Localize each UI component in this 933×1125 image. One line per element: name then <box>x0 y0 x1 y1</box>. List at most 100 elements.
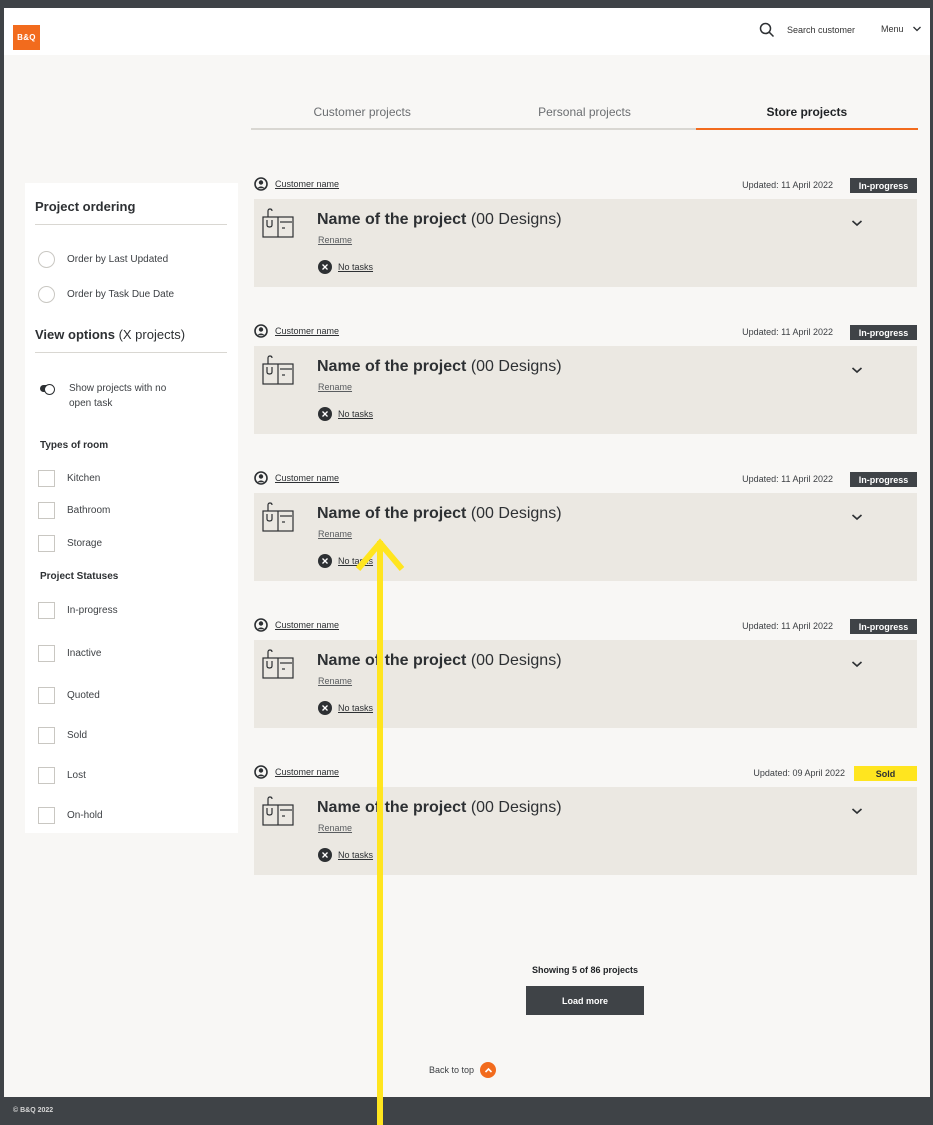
room-storage-checkbox[interactable]: Storage <box>38 535 102 552</box>
design-count: (00 Designs) <box>470 211 562 228</box>
customer-link[interactable]: Customer name <box>254 618 339 632</box>
search-customer-button[interactable]: Search customer <box>759 22 855 38</box>
room-types-title: Types of room <box>40 440 109 451</box>
customer-name: Customer name <box>275 473 340 483</box>
status-on-hold-checkbox[interactable]: On-hold <box>38 807 103 824</box>
checkbox[interactable] <box>38 807 55 824</box>
chevron-down-icon[interactable] <box>851 217 863 229</box>
checkbox[interactable] <box>38 727 55 744</box>
customer-link[interactable]: Customer name <box>254 324 339 338</box>
status-badge: In-progress <box>850 325 917 340</box>
rename-link[interactable]: Rename <box>318 382 352 392</box>
order-due-date-radio[interactable]: Order by Task Due Date <box>38 286 174 303</box>
tab-personal-projects[interactable]: Personal projects <box>473 100 695 128</box>
back-to-top-link[interactable]: Back to top <box>429 1062 497 1078</box>
updated-date: Updated: 11 April 2022 <box>742 180 833 190</box>
project-name: Name of the project (00 Designs) <box>317 505 562 523</box>
tasks-link[interactable]: No tasks <box>318 407 373 421</box>
tasks-link[interactable]: No tasks <box>318 848 373 862</box>
rename-link[interactable]: Rename <box>318 823 352 833</box>
project-meta: Customer name Updated: 11 April 2022 In-… <box>254 618 917 640</box>
project-statuses-title: Project Statuses <box>40 571 119 582</box>
checkbox[interactable] <box>38 470 55 487</box>
user-icon <box>254 324 268 338</box>
rename-link[interactable]: Rename <box>318 235 352 245</box>
status-inactive-checkbox[interactable]: Inactive <box>38 645 101 662</box>
project-title: Name of the project <box>317 505 467 522</box>
toggle-switch[interactable] <box>40 384 55 395</box>
room-kitchen-checkbox[interactable]: Kitchen <box>38 470 100 487</box>
radio-label: Order by Last Updated <box>67 254 169 265</box>
project-card[interactable]: Name of the project (00 Designs) Rename … <box>254 640 917 728</box>
project-title: Name of the project <box>317 358 467 375</box>
tab-customer-projects[interactable]: Customer projects <box>251 100 473 128</box>
checkbox[interactable] <box>38 502 55 519</box>
project-meta: Customer name Updated: 11 April 2022 In-… <box>254 471 917 493</box>
brand-logo[interactable]: B&Q <box>13 25 40 50</box>
project-card[interactable]: Name of the project (00 Designs) Rename … <box>254 493 917 581</box>
project-meta: Customer name Updated: 11 April 2022 In-… <box>254 324 917 346</box>
project-card[interactable]: Name of the project (00 Designs) Rename … <box>254 346 917 434</box>
project-meta: Customer name Updated: 09 April 2022 Sol… <box>254 765 917 787</box>
load-more-button[interactable]: Load more <box>526 986 644 1015</box>
customer-link[interactable]: Customer name <box>254 471 339 485</box>
kitchen-icon <box>262 649 294 679</box>
design-count: (00 Designs) <box>470 358 562 375</box>
checkbox-label: Inactive <box>67 648 102 659</box>
project-item: Customer name Updated: 11 April 2022 In-… <box>254 471 917 581</box>
project-title: Name of the project <box>317 799 467 816</box>
status-lost-checkbox[interactable]: Lost <box>38 767 86 784</box>
divider <box>35 224 227 225</box>
project-card[interactable]: Name of the project (00 Designs) Rename … <box>254 787 917 875</box>
customer-name: Customer name <box>275 326 340 336</box>
tasks-link[interactable]: No tasks <box>318 701 373 715</box>
chevron-up-icon <box>480 1062 497 1078</box>
status-quoted-checkbox[interactable]: Quoted <box>38 687 100 704</box>
user-icon <box>254 177 268 191</box>
tasks-label: No tasks <box>338 409 374 419</box>
chevron-down-icon[interactable] <box>851 805 863 817</box>
project-card[interactable]: Name of the project (00 Designs) Rename … <box>254 199 917 287</box>
show-no-task-toggle[interactable]: Show projects with no open task <box>38 381 179 411</box>
chevron-down-icon[interactable] <box>851 658 863 670</box>
close-circle-icon <box>318 407 332 421</box>
project-item: Customer name Updated: 09 April 2022 Sol… <box>254 765 917 875</box>
customer-link[interactable]: Customer name <box>254 177 339 191</box>
copyright-text: © B&Q 2022 <box>13 1107 54 1114</box>
radio-button[interactable] <box>38 251 55 268</box>
order-last-updated-radio[interactable]: Order by Last Updated <box>38 251 168 268</box>
status-badge: In-progress <box>850 619 917 634</box>
checkbox[interactable] <box>38 535 55 552</box>
status-badge: In-progress <box>850 472 917 487</box>
chevron-down-icon <box>912 26 921 32</box>
checkbox[interactable] <box>38 602 55 619</box>
close-circle-icon <box>318 848 332 862</box>
tasks-link[interactable]: No tasks <box>318 554 373 568</box>
radio-button[interactable] <box>38 286 55 303</box>
menu-button[interactable]: Menu <box>881 24 922 34</box>
tasks-label: No tasks <box>338 703 374 713</box>
tab-store-projects[interactable]: Store projects <box>695 100 919 130</box>
status-in-progress-checkbox[interactable]: In-progress <box>38 602 118 619</box>
app-header: B&Q Search customer Menu <box>4 8 930 55</box>
rename-link[interactable]: Rename <box>318 676 352 686</box>
status-sold-checkbox[interactable]: Sold <box>38 727 87 744</box>
user-icon <box>254 471 268 485</box>
customer-link[interactable]: Customer name <box>254 765 339 779</box>
checkbox[interactable] <box>38 645 55 662</box>
updated-date: Updated: 11 April 2022 <box>742 621 833 631</box>
room-bathroom-checkbox[interactable]: Bathroom <box>38 502 110 519</box>
kitchen-icon <box>262 796 294 826</box>
tasks-link[interactable]: No tasks <box>318 260 373 274</box>
checkbox[interactable] <box>38 687 55 704</box>
page: B&Q Search customer Menu Customer projec… <box>4 8 930 1097</box>
project-item: Customer name Updated: 11 April 2022 In-… <box>254 324 917 434</box>
chevron-down-icon[interactable] <box>851 511 863 523</box>
rename-link[interactable]: Rename <box>318 529 352 539</box>
checkbox-label: Quoted <box>67 690 100 701</box>
checkbox[interactable] <box>38 767 55 784</box>
project-title: Name of the project <box>317 652 467 669</box>
chevron-down-icon[interactable] <box>851 364 863 376</box>
kitchen-icon <box>262 502 294 532</box>
project-name: Name of the project (00 Designs) <box>317 211 562 229</box>
